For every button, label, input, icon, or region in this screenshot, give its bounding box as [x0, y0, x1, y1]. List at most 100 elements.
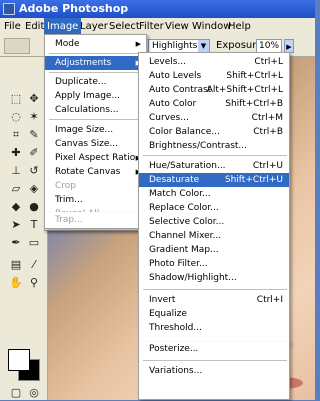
- menu-item-label: Gradient Map...: [149, 245, 219, 255]
- menu-item-shadow-highlight[interactable]: Shadow/Highlight...: [139, 271, 289, 285]
- menu-item-gradient-map[interactable]: Gradient Map...: [139, 243, 289, 257]
- menu-item-label: Color Balance...: [149, 127, 220, 137]
- image-menu: Mode ▶ Adjustments▶ Duplicate... Apply Im…: [44, 34, 147, 231]
- menu-image[interactable]: Image: [44, 18, 82, 35]
- eyedropper-tool-icon[interactable]: ⁄: [26, 257, 42, 273]
- menu-item-shortcut: Shift+Ctrl+B: [225, 99, 283, 109]
- menu-item-label: Auto Levels: [149, 71, 202, 81]
- menu-item-label: Invert: [149, 295, 176, 305]
- menu-item-auto-color[interactable]: Auto Color Shift+Ctrl+B: [139, 97, 289, 111]
- menu-item-apply-image[interactable]: Apply Image...: [45, 89, 146, 103]
- menu-item-shortcut: Ctrl+I: [256, 295, 283, 305]
- menu-item-channel-mixer[interactable]: Channel Mixer...: [139, 229, 289, 243]
- magic-wand-tool-icon[interactable]: ✶: [26, 109, 42, 125]
- menu-item-shortcut: Ctrl+B: [253, 127, 283, 137]
- crop-tool-icon[interactable]: ⌗: [8, 127, 24, 143]
- hand-tool-icon[interactable]: ✋: [8, 275, 24, 291]
- move-tool-icon[interactable]: ✥: [26, 91, 42, 107]
- menu-item-label: Match Color...: [149, 189, 211, 199]
- history-brush-tool-icon[interactable]: ↺: [26, 163, 42, 179]
- menu-view[interactable]: View: [162, 18, 192, 35]
- menu-item-levels[interactable]: Levels... Ctrl+L: [139, 55, 289, 69]
- toolbox: ⬚ ✥ ◌ ✶ ⌗ ✎ ✚ ✐ ⊥ ↺ ▱ ◈ ◆ ● ➤ T ✒ ▭ ▤ ⁄ …: [0, 57, 48, 400]
- chevron-down-icon: ▼: [198, 40, 209, 52]
- menu-item-crop: Crop: [55, 181, 77, 191]
- menu-item-brightness-contrast[interactable]: Brightness/Contrast...: [139, 139, 289, 153]
- healing-brush-tool-icon[interactable]: ✚: [8, 145, 24, 161]
- lasso-tool-icon[interactable]: ◌: [8, 109, 24, 125]
- menu-item-label: Variations...: [149, 366, 203, 376]
- menu-item-invert[interactable]: Invert Ctrl+I: [139, 293, 289, 307]
- menu-item-auto-levels[interactable]: Auto Levels Shift+Ctrl+L: [139, 69, 289, 83]
- blur-tool-icon[interactable]: ◆: [8, 199, 24, 215]
- menu-item-match-color[interactable]: Match Color...: [139, 187, 289, 201]
- menu-file[interactable]: File: [1, 18, 24, 35]
- menu-item-label: Channel Mixer...: [149, 231, 222, 241]
- photoshop-app-icon: [3, 3, 15, 15]
- menu-separator: [49, 72, 144, 73]
- standard-mode-icon[interactable]: ▢: [8, 385, 24, 401]
- menu-item-selective-color[interactable]: Selective Color...: [139, 215, 289, 229]
- menu-item-curves[interactable]: Curves... Ctrl+M: [139, 111, 289, 125]
- clone-stamp-tool-icon[interactable]: ⊥: [8, 163, 24, 179]
- menu-item-auto-contrast[interactable]: Auto Contrast Alt+Shift+Ctrl+L: [139, 83, 289, 97]
- foreground-color-swatch[interactable]: [8, 349, 30, 371]
- adjustments-submenu-lower: Posterize... Variations...: [138, 342, 290, 400]
- menu-item-canvas-size[interactable]: Canvas Size...: [45, 137, 146, 151]
- eraser-tool-icon[interactable]: ▱: [8, 181, 24, 197]
- menu-item-shortcut: Ctrl+U: [252, 161, 283, 171]
- menu-help[interactable]: Help: [225, 18, 254, 35]
- exposure-slider-arrow[interactable]: ▶: [284, 39, 294, 53]
- paint-bucket-tool-icon[interactable]: ◈: [26, 181, 42, 197]
- menu-item-label: Posterize...: [149, 344, 199, 354]
- menu-item-hue-saturation[interactable]: Hue/Saturation... Ctrl+U: [139, 159, 289, 173]
- menu-item-label: Threshold...: [149, 323, 202, 333]
- slice-tool-icon[interactable]: ✎: [26, 127, 42, 143]
- menu-item-label: Selective Color...: [149, 217, 225, 227]
- menu-item-duplicate[interactable]: Duplicate...: [45, 75, 146, 89]
- menu-item-rotate-canvas-label: Rotate Canvas: [55, 167, 121, 177]
- menu-item-rotate-canvas[interactable]: Rotate Canvas▶: [45, 165, 146, 179]
- menu-item-posterize[interactable]: Posterize...: [139, 342, 289, 356]
- type-tool-icon[interactable]: T: [26, 217, 42, 233]
- notes-tool-icon[interactable]: ▤: [8, 257, 24, 273]
- menu-bar: File Edit Image Layer Select Filter View…: [0, 18, 315, 35]
- menu-item-label: Desaturate: [149, 175, 200, 185]
- tool-preset-picker[interactable]: [4, 38, 30, 54]
- menu-item-shortcut: Alt+Shift+Ctrl+L: [206, 85, 283, 95]
- menu-item-desaturate[interactable]: Desaturate Shift+Ctrl+U: [139, 173, 289, 187]
- menu-item-photo-filter[interactable]: Photo Filter...: [139, 257, 289, 271]
- menu-item-mode[interactable]: Mode ▶: [45, 37, 146, 51]
- title-bar: Adobe Photoshop: [0, 0, 315, 18]
- menu-item-pixel-aspect-ratio[interactable]: Pixel Aspect Ratio▶: [45, 151, 146, 165]
- menu-item-color-balance[interactable]: Color Balance... Ctrl+B: [139, 125, 289, 139]
- marquee-tool-icon[interactable]: ⬚: [8, 91, 24, 107]
- zoom-tool-icon[interactable]: ⚲: [26, 275, 42, 291]
- menu-item-variations[interactable]: Variations...: [139, 364, 289, 378]
- menu-item-trap: Trap...: [55, 215, 83, 225]
- menu-item-adjustments[interactable]: Adjustments▶: [45, 56, 146, 70]
- menu-item-shortcut: Ctrl+L: [254, 57, 283, 67]
- exposure-input[interactable]: 10%: [256, 39, 282, 53]
- menu-item-shortcut: Ctrl+M: [251, 113, 283, 123]
- path-selection-tool-icon[interactable]: ➤: [8, 217, 24, 233]
- quick-mask-mode-icon[interactable]: ◎: [26, 385, 42, 401]
- menu-item-replace-color[interactable]: Replace Color...: [139, 201, 289, 215]
- shape-tool-icon[interactable]: ▭: [26, 235, 42, 251]
- menu-item-calculations[interactable]: Calculations...: [45, 103, 146, 117]
- menu-item-equalize[interactable]: Equalize: [139, 307, 289, 321]
- menu-item-mode-label: Mode: [55, 39, 80, 49]
- brush-tool-icon[interactable]: ✐: [26, 145, 42, 161]
- submenu-arrow-icon: ▶: [135, 40, 141, 48]
- range-select[interactable]: Highlights ▼: [148, 39, 210, 53]
- dodge-tool-icon[interactable]: ●: [26, 199, 42, 215]
- menu-item-label: Replace Color...: [149, 203, 219, 213]
- pen-tool-icon[interactable]: ✒: [8, 235, 24, 251]
- menu-separator: [143, 289, 287, 290]
- menu-item-trim[interactable]: Trim...: [45, 193, 146, 207]
- menu-item-adjustments-label: Adjustments: [55, 58, 112, 68]
- menu-item-label: Auto Contrast: [149, 85, 212, 95]
- menu-item-image-size[interactable]: Image Size...: [45, 123, 146, 137]
- range-select-value: Highlights: [152, 41, 198, 51]
- menu-item-threshold[interactable]: Threshold...: [139, 321, 289, 335]
